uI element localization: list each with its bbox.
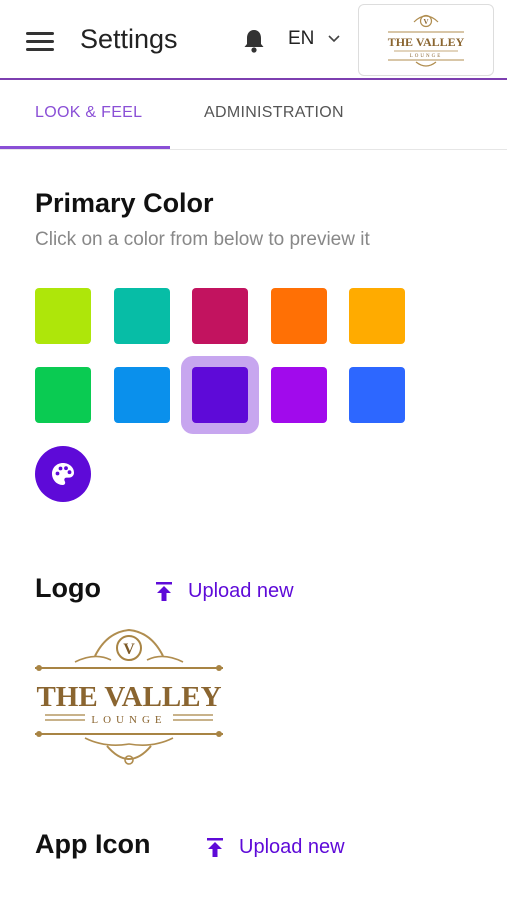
color-swatch-5[interactable] <box>349 288 405 344</box>
upload-logo-label: Upload new <box>188 580 294 602</box>
settings-page: Settings EN V THE VALLEY LOUNGE LOOK & F… <box>0 0 507 900</box>
upload-logo-button[interactable]: Upload new <box>154 580 294 603</box>
svg-text:V: V <box>423 18 428 26</box>
hamburger-menu-icon[interactable] <box>26 32 54 52</box>
page-title: Settings <box>80 24 178 54</box>
color-swatch-4[interactable] <box>270 288 327 344</box>
active-tab-indicator <box>0 146 170 149</box>
notification-bell-icon[interactable] <box>242 28 266 54</box>
chevron-down-icon <box>328 35 340 43</box>
color-swatch-3[interactable] <box>192 288 248 344</box>
svg-text:LOUNGE: LOUNGE <box>91 714 166 726</box>
header-logo[interactable]: V THE VALLEY LOUNGE <box>358 4 494 76</box>
primary-color-subtitle: Click on a color from below to preview i… <box>35 229 370 250</box>
language-select[interactable]: EN <box>288 28 340 50</box>
color-swatch-1[interactable] <box>35 288 91 344</box>
color-swatch-7[interactable] <box>113 367 170 423</box>
tab-look-and-feel[interactable]: LOOK & FEEL <box>35 104 142 122</box>
upload-icon <box>207 837 223 857</box>
palette-icon <box>52 463 74 485</box>
tab-administration[interactable]: ADMINISTRATION <box>204 104 344 122</box>
language-value: EN <box>288 28 315 49</box>
primary-color-title: Primary Color <box>35 188 214 218</box>
brand-logo-small: V THE VALLEY LOUNGE <box>388 14 465 67</box>
color-swatch-8[interactable] <box>192 367 248 423</box>
upload-app-icon-label: Upload new <box>239 836 345 858</box>
svg-text:V: V <box>123 641 135 658</box>
color-swatch-2[interactable] <box>113 288 170 344</box>
logo-section-title: Logo <box>35 573 101 603</box>
settings-tabs: LOOK & FEEL ADMINISTRATION <box>0 82 507 150</box>
brand-logo-preview: V THE VALLEY LOUNGE <box>35 628 223 765</box>
color-swatch-9[interactable] <box>270 367 327 423</box>
svg-text:THE VALLEY: THE VALLEY <box>388 35 465 49</box>
svg-text:LOUNGE: LOUNGE <box>410 54 443 59</box>
svg-text:THE VALLEY: THE VALLEY <box>36 681 221 713</box>
app-icon-section-title: App Icon <box>35 829 151 859</box>
color-swatch-6[interactable] <box>35 367 91 423</box>
custom-color-button[interactable] <box>35 446 91 502</box>
color-swatch-10[interactable] <box>349 367 405 423</box>
app-header: Settings EN V THE VALLEY LOUNGE <box>0 0 507 80</box>
upload-app-icon-button[interactable]: Upload new <box>205 836 345 859</box>
upload-icon <box>156 581 172 601</box>
